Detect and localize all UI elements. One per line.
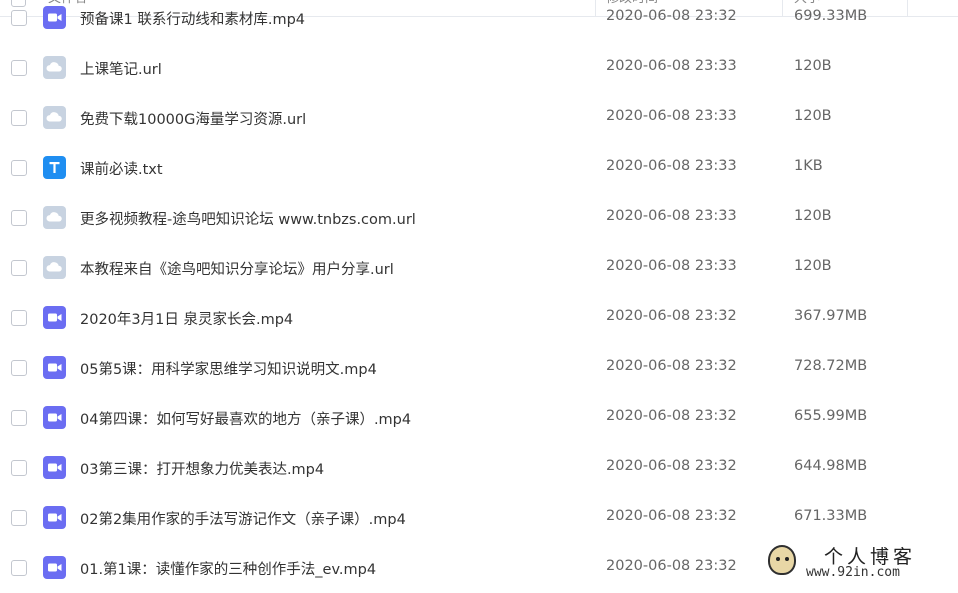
file-row[interactable]: 课前必读.txt 2020-06-08 23:33 1KB <box>0 143 958 193</box>
video-file-icon <box>43 456 66 479</box>
file-modified-date: 2020-06-08 23:32 <box>606 358 737 374</box>
file-size: 671.33MB <box>794 508 868 524</box>
watermark-url: www.92in.com <box>806 565 900 580</box>
row-checkbox[interactable] <box>11 310 27 326</box>
row-checkbox[interactable] <box>11 260 27 276</box>
file-modified-date: 2020-06-08 23:33 <box>606 158 737 174</box>
video-file-icon <box>43 406 66 429</box>
file-row[interactable]: 03第三课：打开想象力优美表达.mp4 2020-06-08 23:32 644.9… <box>0 443 958 493</box>
file-row[interactable]: 04第四课：如何写好最喜欢的地方（亲子课）.mp4 2020-06-08 23:3… <box>0 393 958 443</box>
row-checkbox[interactable] <box>11 10 27 26</box>
file-modified-date: 2020-06-08 23:32 <box>606 558 737 574</box>
file-modified-date: 2020-06-08 23:32 <box>606 308 737 324</box>
file-name[interactable]: 免费下载10000G海量学习资源.url <box>80 108 306 129</box>
file-row[interactable]: 免费下载10000G海量学习资源.url 2020-06-08 23:33 120B <box>0 93 958 143</box>
file-modified-date: 2020-06-08 23:32 <box>606 8 737 24</box>
row-checkbox[interactable] <box>11 410 27 426</box>
file-name[interactable]: 04第四课：如何写好最喜欢的地方（亲子课）.mp4 <box>80 408 411 429</box>
row-checkbox[interactable] <box>11 160 27 176</box>
file-modified-date: 2020-06-08 23:32 <box>606 508 737 524</box>
file-name[interactable]: 预备课1 联系行动线和素材库.mp4 <box>80 8 305 29</box>
video-file-icon <box>43 506 66 529</box>
file-size: 120B <box>794 108 832 124</box>
file-row[interactable]: 上课笔记.url 2020-06-08 23:33 120B <box>0 43 958 93</box>
file-modified-date: 2020-06-08 23:33 <box>606 58 737 74</box>
file-row[interactable]: 预备课1 联系行动线和素材库.mp4 2020-06-08 23:32 699.33… <box>0 0 958 43</box>
file-size: 728.72MB <box>794 358 868 374</box>
file-size: 644.98MB <box>794 458 868 474</box>
file-modified-date: 2020-06-08 23:33 <box>606 258 737 274</box>
link-file-icon <box>43 106 66 129</box>
row-checkbox[interactable] <box>11 560 27 576</box>
link-file-icon <box>43 206 66 229</box>
file-size: 655.99MB <box>794 408 868 424</box>
file-name[interactable]: 05第5课：用科学家思维学习知识说明文.mp4 <box>80 358 377 379</box>
video-file-icon <box>43 306 66 329</box>
row-checkbox[interactable] <box>11 210 27 226</box>
file-row[interactable]: 本教程来自《途鸟吧知识分享论坛》用户分享.url 2020-06-08 23:33… <box>0 243 958 293</box>
file-modified-date: 2020-06-08 23:32 <box>606 458 737 474</box>
file-row[interactable]: 更多视频教程-途鸟吧知识论坛 www.tnbzs.com.url 2020-06-… <box>0 193 958 243</box>
file-name[interactable]: 上课笔记.url <box>80 58 162 79</box>
site-watermark: 个人博客 www.92in.com <box>768 542 958 583</box>
row-checkbox[interactable] <box>11 60 27 76</box>
link-file-icon <box>43 56 66 79</box>
file-name[interactable]: 更多视频教程-途鸟吧知识论坛 www.tnbzs.com.url <box>80 208 416 229</box>
file-size: 120B <box>794 258 832 274</box>
row-checkbox[interactable] <box>11 360 27 376</box>
text-file-icon <box>43 156 66 179</box>
file-modified-date: 2020-06-08 23:32 <box>606 408 737 424</box>
file-name[interactable]: 2020年3月1日 泉灵家长会.mp4 <box>80 308 293 329</box>
file-modified-date: 2020-06-08 23:33 <box>606 108 737 124</box>
file-name[interactable]: 课前必读.txt <box>80 158 163 179</box>
file-size: 367.97MB <box>794 308 868 324</box>
file-size: 699.33MB <box>794 8 868 24</box>
file-row[interactable]: 02第2集用作家的手法写游记作文（亲子课）.mp4 2020-06-08 23:3… <box>0 493 958 543</box>
file-row[interactable]: 05第5课：用科学家思维学习知识说明文.mp4 2020-06-08 23:32 7… <box>0 343 958 393</box>
file-size: 1KB <box>794 158 823 174</box>
file-row[interactable]: 2020年3月1日 泉灵家长会.mp4 2020-06-08 23:32 367.9… <box>0 293 958 343</box>
link-file-icon <box>43 256 66 279</box>
cartoon-face-icon <box>768 545 796 575</box>
file-size: 120B <box>794 58 832 74</box>
file-name[interactable]: 01.第1课：读懂作家的三种创作手法_ev.mp4 <box>80 558 376 579</box>
video-file-icon <box>43 556 66 579</box>
video-file-icon <box>43 6 66 29</box>
file-name[interactable]: 本教程来自《途鸟吧知识分享论坛》用户分享.url <box>80 258 394 279</box>
video-file-icon <box>43 356 66 379</box>
row-checkbox[interactable] <box>11 110 27 126</box>
file-modified-date: 2020-06-08 23:33 <box>606 208 737 224</box>
file-name[interactable]: 03第三课：打开想象力优美表达.mp4 <box>80 458 324 479</box>
row-checkbox[interactable] <box>11 460 27 476</box>
file-name[interactable]: 02第2集用作家的手法写游记作文（亲子课）.mp4 <box>80 508 406 529</box>
row-checkbox[interactable] <box>11 510 27 526</box>
file-size: 120B <box>794 208 832 224</box>
